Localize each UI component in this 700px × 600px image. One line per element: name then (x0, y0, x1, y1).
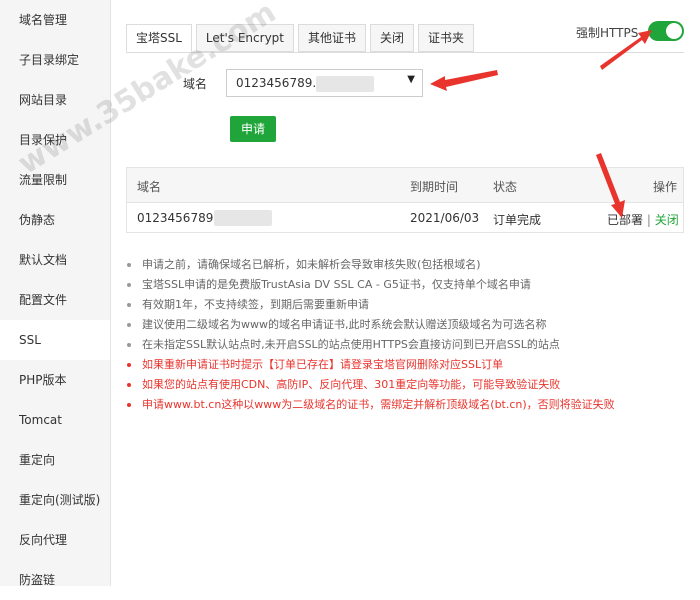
bullet-icon (127, 403, 131, 407)
tip-item: 有效期1年，不支持续签，到期后需要重新申请 (120, 295, 690, 315)
sidebar-item-php-version[interactable]: PHP版本 (0, 360, 110, 400)
tip-item-warning: 如果重新申请证书时提示【订单已存在】请登录宝塔官网删除对应SSL订单 (120, 355, 690, 375)
tip-text: 申请www.bt.cn这种以www为二级域名的证书，需绑定并解析顶级域名(bt.… (142, 398, 615, 411)
row-actions: 已部署 | 关闭 (607, 211, 679, 228)
close-link[interactable]: 关闭 (655, 213, 679, 227)
tip-text: 如果您的站点有使用CDN、高防IP、反向代理、301重定向等功能，可能导致验证失… (142, 378, 561, 391)
sidebar-item-config-file[interactable]: 配置文件 (0, 280, 110, 320)
sidebar-item-subdirectory-binding[interactable]: 子目录绑定 (0, 40, 110, 80)
header-expire: 到期时间 (410, 180, 459, 194)
domain-select-value: 0123456789. (236, 76, 317, 90)
bullet-icon (127, 283, 131, 287)
tip-item: 在未指定SSL默认站点时,未开启SSL的站点使用HTTPS会直接访问到已开启SS… (120, 335, 690, 355)
tip-item-warning: 如果您的站点有使用CDN、高防IP、反向代理、301重定向等功能，可能导致验证失… (120, 375, 690, 395)
table-header: 域名 到期时间 状态 操作 (127, 168, 683, 203)
tip-text: 申请之前，请确保域名已解析，如未解析会导致审核失败(包括根域名) (142, 258, 481, 271)
tip-text: 如果重新申请证书时提示【订单已存在】请登录宝塔官网删除对应SSL订单 (142, 358, 504, 371)
redacted-area (214, 210, 272, 226)
sidebar-item-reverse-proxy[interactable]: 反向代理 (0, 520, 110, 560)
sidebar-item-default-document[interactable]: 默认文档 (0, 240, 110, 280)
force-https-label: 强制HTTPS (576, 26, 639, 40)
action-separator: | (646, 213, 651, 227)
caret-down-icon: ▼ (407, 74, 415, 85)
force-https-toggle[interactable] (648, 21, 684, 41)
arrow-icon (430, 70, 498, 91)
tip-text: 宝塔SSL申请的是免费版TrustAsia DV SSL CA - G5证书，仅… (142, 278, 531, 291)
tab-lets-encrypt[interactable]: Let's Encrypt (195, 24, 294, 52)
sidebar-item-rewrite[interactable]: 伪静态 (0, 200, 110, 240)
sidebar-item-redirect-beta[interactable]: 重定向(测试版) (0, 480, 110, 520)
tip-text: 建议使用二级域名为www的域名申请证书,此时系统会默认赠送顶级域名为可选名称 (142, 318, 547, 331)
bullet-icon (127, 323, 131, 327)
tip-item: 宝塔SSL申请的是免费版TrustAsia DV SSL CA - G5证书，仅… (120, 275, 690, 295)
sidebar-item-directory-protection[interactable]: 目录保护 (0, 120, 110, 160)
apply-button[interactable]: 申请 (230, 116, 276, 142)
toggle-knob (666, 23, 682, 39)
tip-item: 申请之前，请确保域名已解析，如未解析会导致审核失败(包括根域名) (120, 255, 690, 275)
tip-text: 有效期1年，不支持续签，到期后需要重新申请 (142, 298, 369, 311)
sidebar-item-site-directory[interactable]: 网站目录 (0, 80, 110, 120)
sidebar-item-domain-management[interactable]: 域名管理 (0, 0, 110, 40)
ssl-tab-bar: 宝塔SSL Let's Encrypt 其他证书 关闭 证书夹 (126, 24, 478, 52)
sidebar: 域名管理 子目录绑定 网站目录 目录保护 流量限制 伪静态 默认文档 配置文件 … (0, 0, 111, 587)
row-status: 订单完成 (493, 213, 542, 227)
table-row: 0123456789. 2021/06/03 订单完成 已部署 | 关闭 (127, 202, 683, 233)
redacted-area (316, 76, 374, 92)
row-expire: 2021/06/03 (410, 211, 480, 225)
tip-item-warning: 申请www.bt.cn这种以www为二级域名的证书，需绑定并解析顶级域名(bt.… (120, 395, 690, 415)
row-domain: 0123456789. (137, 211, 218, 225)
domain-label: 域名 (183, 77, 208, 91)
tab-divider (126, 52, 684, 53)
header-domain: 域名 (137, 180, 162, 194)
tab-close[interactable]: 关闭 (370, 24, 415, 52)
bullet-icon (127, 303, 131, 307)
certificate-table: 域名 到期时间 状态 操作 0123456789. 2021/06/03 订单完… (126, 167, 684, 233)
header-status: 状态 (493, 180, 518, 194)
sidebar-item-tomcat[interactable]: Tomcat (0, 400, 110, 440)
bullet-icon (127, 383, 131, 387)
bullet-icon (127, 343, 131, 347)
sidebar-item-hotlink-protection[interactable]: 防盗链 (0, 560, 110, 600)
deployed-label: 已部署 (607, 213, 644, 227)
header-actions: 操作 (653, 180, 678, 194)
domain-select[interactable]: 0123456789. ▼ (226, 69, 423, 97)
tab-certificate-folder[interactable]: 证书夹 (418, 24, 475, 52)
tips-list: 申请之前，请确保域名已解析，如未解析会导致审核失败(包括根域名) 宝塔SSL申请… (120, 255, 690, 415)
sidebar-item-redirect[interactable]: 重定向 (0, 440, 110, 480)
tab-other-certificate[interactable]: 其他证书 (298, 24, 367, 52)
bullet-icon (127, 363, 131, 367)
sidebar-item-ssl[interactable]: SSL (0, 320, 110, 360)
sidebar-item-traffic-limit[interactable]: 流量限制 (0, 160, 110, 200)
tab-bt-ssl[interactable]: 宝塔SSL (126, 24, 192, 52)
tip-item: 建议使用二级域名为www的域名申请证书,此时系统会默认赠送顶级域名为可选名称 (120, 315, 690, 335)
bullet-icon (127, 263, 131, 267)
tip-text: 在未指定SSL默认站点时,未开启SSL的站点使用HTTPS会直接访问到已开启SS… (142, 338, 560, 351)
